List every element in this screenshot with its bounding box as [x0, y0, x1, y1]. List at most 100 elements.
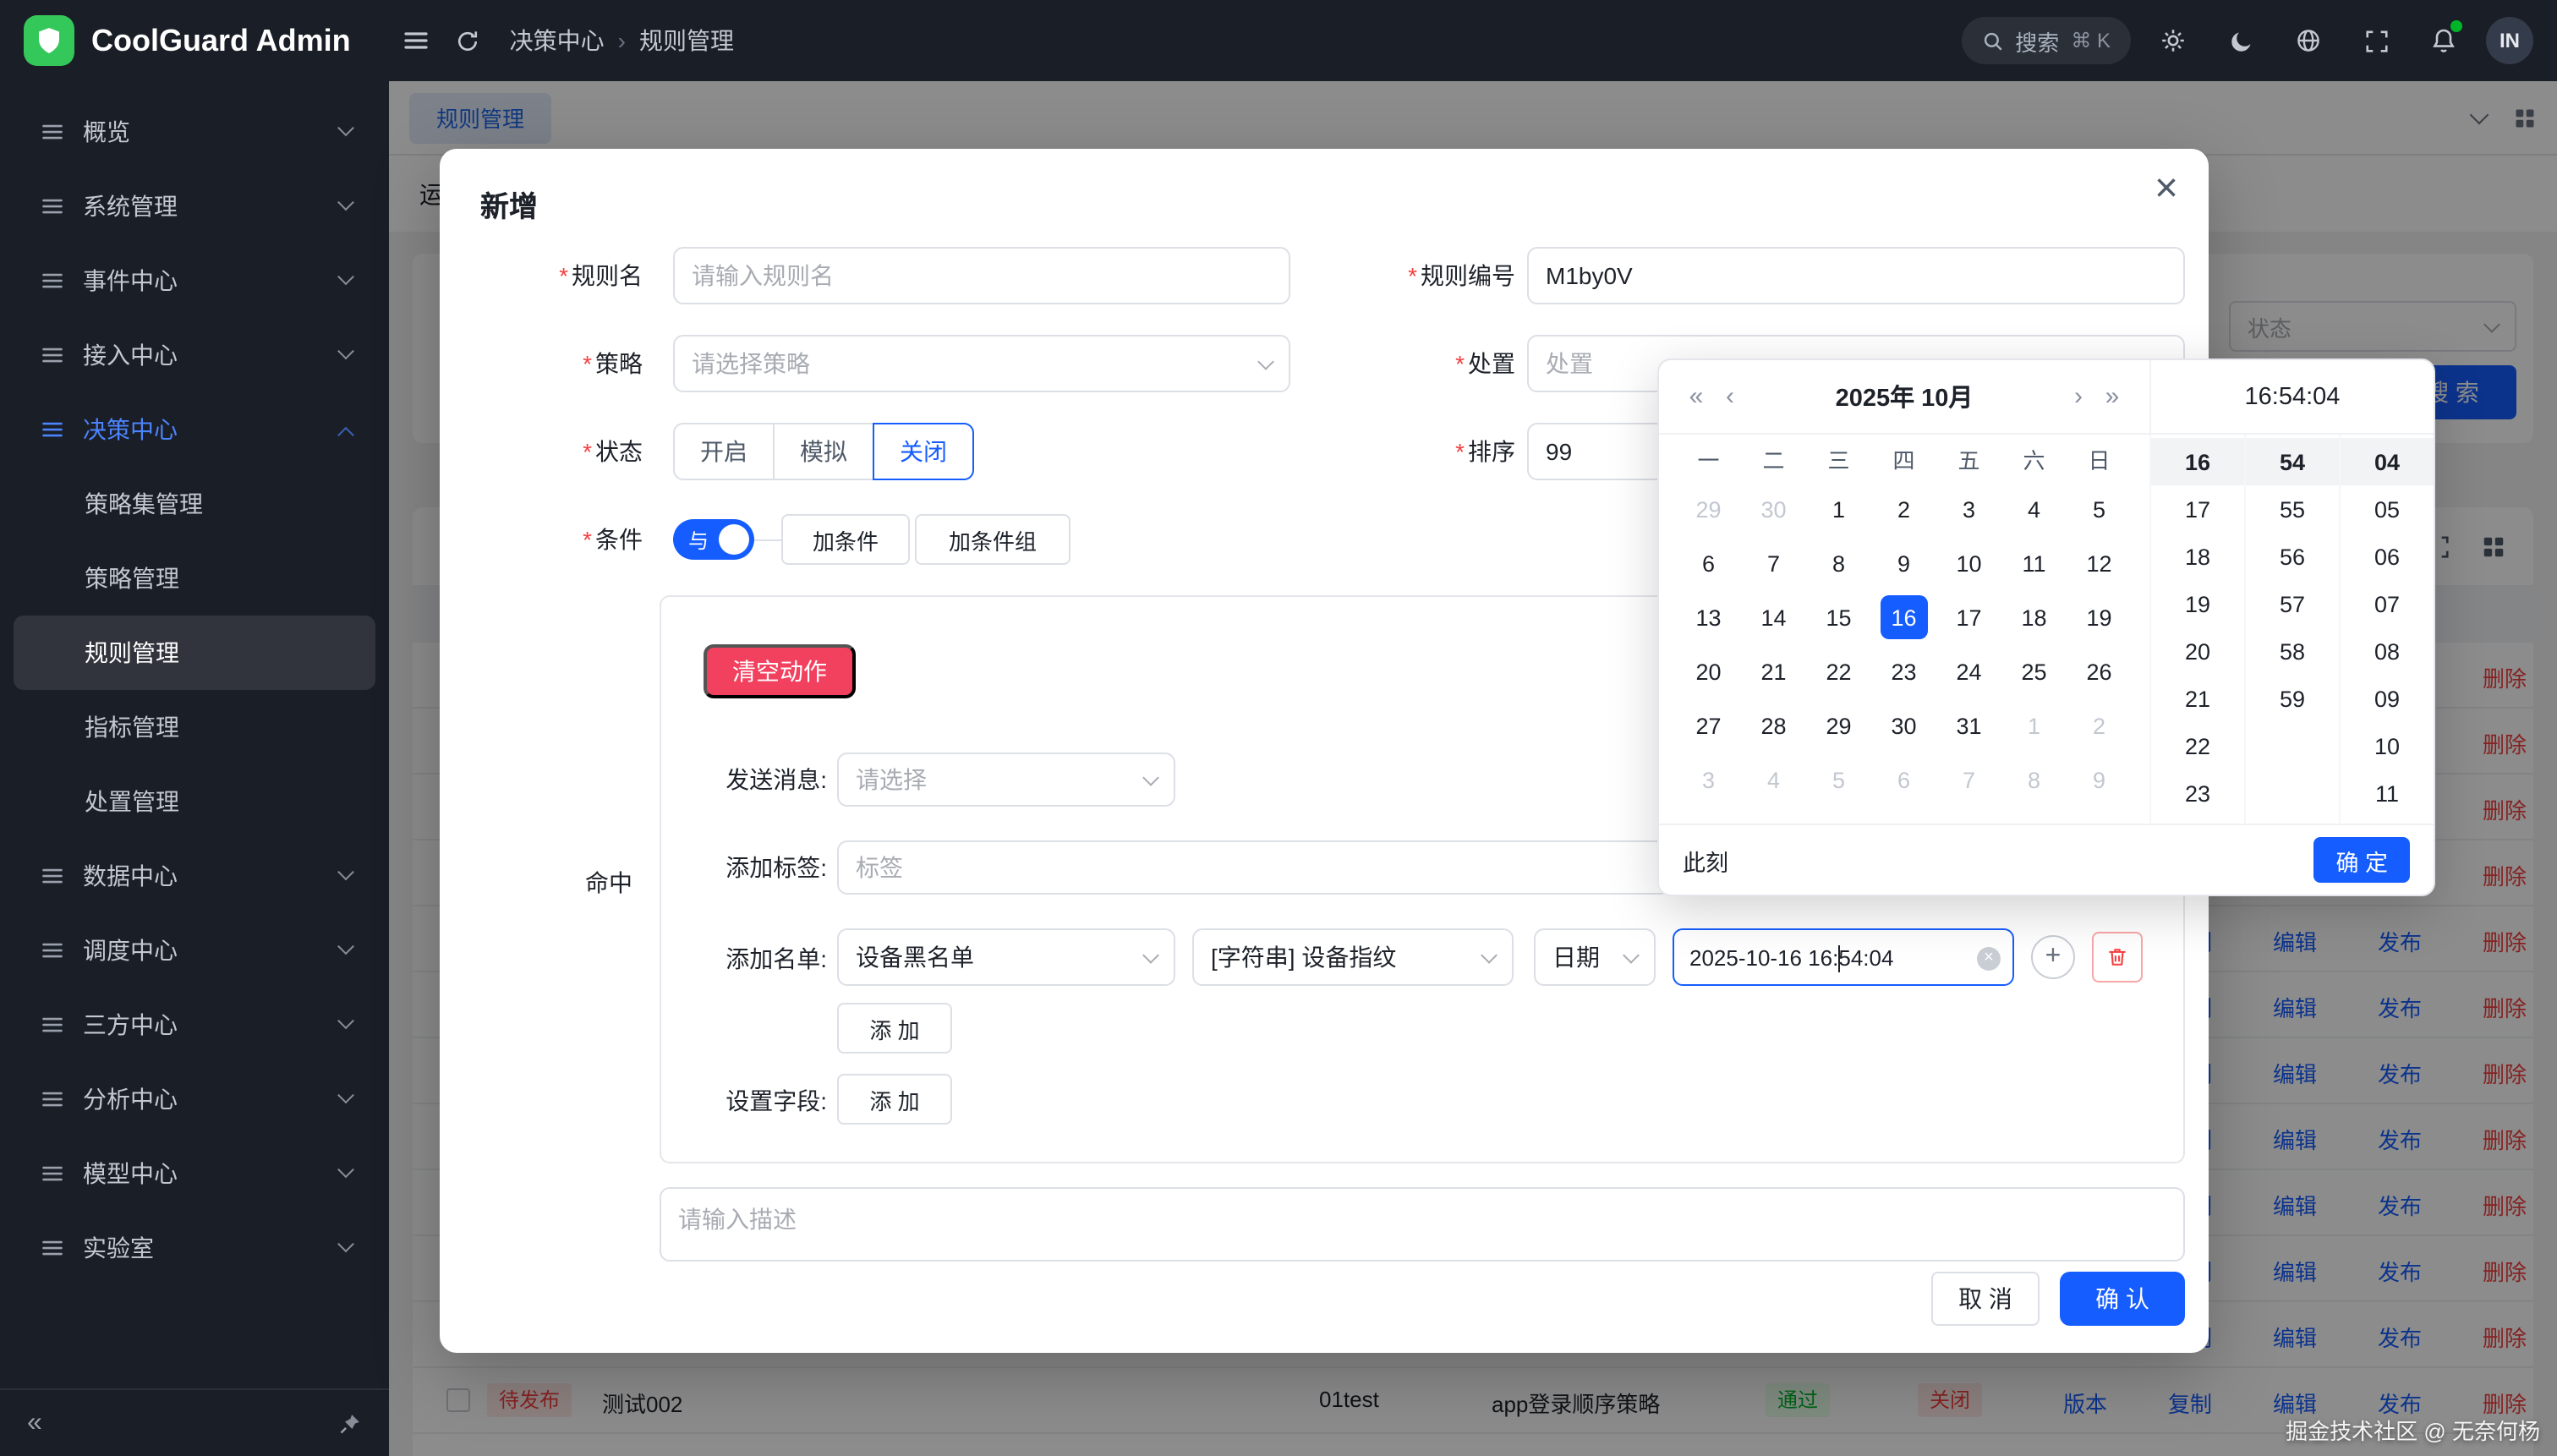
calendar-day[interactable]: 20	[1676, 644, 1741, 698]
sidebar-item[interactable]: 调度中心	[14, 913, 375, 988]
hour-cell[interactable]: 22	[2151, 722, 2244, 769]
prev-year-icon[interactable]: «	[1679, 382, 1713, 411]
add-condition-button[interactable]: 加条件	[781, 514, 910, 565]
clear-actions-button[interactable]: 清空动作	[704, 644, 856, 698]
hour-cell[interactable]: 20	[2151, 627, 2244, 675]
sidebar-item[interactable]: 策略集管理	[14, 467, 375, 541]
second-cell[interactable]: 04	[2341, 438, 2434, 485]
seconds-column[interactable]: 0405060708091011	[2339, 435, 2434, 824]
description-textarea[interactable]	[660, 1187, 2185, 1262]
add-condition-group-button[interactable]: 加条件组	[915, 514, 1070, 565]
now-link[interactable]: 此刻	[1683, 843, 1728, 877]
calendar-day[interactable]: 24	[1936, 644, 2001, 698]
global-search[interactable]: 搜索 ⌘ K	[1961, 17, 2131, 64]
calendar-day[interactable]: 1	[2001, 698, 2067, 753]
value-type-select[interactable]: 日期	[1534, 928, 1656, 986]
confirm-button[interactable]: 确 认	[2060, 1272, 2185, 1326]
calendar-day[interactable]: 9	[1871, 536, 1936, 590]
sidebar-item[interactable]: 实验室	[14, 1211, 375, 1285]
calendar-day[interactable]: 25	[2001, 644, 2067, 698]
calendar-day[interactable]: 22	[1806, 644, 1871, 698]
blacklist-select[interactable]: 设备黑名单	[837, 928, 1175, 986]
calendar-day[interactable]: 13	[1676, 590, 1741, 644]
calendar-day[interactable]: 8	[2001, 753, 2067, 807]
status-option[interactable]: 模拟	[773, 423, 874, 480]
hour-cell[interactable]: 23	[2151, 769, 2244, 817]
calendar-day[interactable]: 6	[1676, 536, 1741, 590]
calendar-day[interactable]: 26	[2067, 644, 2132, 698]
year-label[interactable]: 2025年	[1836, 386, 1915, 413]
calendar-day[interactable]: 30	[1741, 482, 1806, 536]
add-list-button[interactable]: 添 加	[837, 1003, 952, 1054]
sidebar-item[interactable]: 策略管理	[14, 541, 375, 616]
sidebar-item[interactable]: 模型中心	[14, 1136, 375, 1211]
datetime-input[interactable]: 2025-10-16 16:54:04 ×	[1673, 928, 2014, 986]
hours-column[interactable]: 1617181920212223	[2149, 435, 2244, 824]
sidebar-item[interactable]: 数据中心	[14, 839, 375, 913]
calendar-day[interactable]: 1	[1806, 482, 1871, 536]
second-cell[interactable]: 09	[2341, 675, 2434, 722]
calendar-day[interactable]: 31	[1936, 698, 2001, 753]
hour-cell[interactable]: 19	[2151, 580, 2244, 627]
calendar-day[interactable]: 3	[1936, 482, 2001, 536]
calendar-day[interactable]: 4	[1741, 753, 1806, 807]
close-icon[interactable]: ×	[2155, 169, 2178, 210]
cancel-button[interactable]: 取 消	[1931, 1272, 2040, 1326]
calendar-day[interactable]: 5	[2067, 482, 2132, 536]
calendar-day[interactable]: 8	[1806, 536, 1871, 590]
calendar-day[interactable]: 16	[1871, 590, 1936, 644]
calendar-day[interactable]: 2	[1871, 482, 1936, 536]
hour-cell[interactable]: 16	[2151, 438, 2244, 485]
second-cell[interactable]: 08	[2341, 627, 2434, 675]
calendar-day[interactable]: 17	[1936, 590, 2001, 644]
sidebar-item[interactable]: 处置管理	[14, 764, 375, 839]
calendar-day[interactable]: 12	[2067, 536, 2132, 590]
breadcrumb-level2[interactable]: 规则管理	[639, 24, 734, 57]
calendar-day[interactable]: 19	[2067, 590, 2132, 644]
sidebar-item[interactable]: 接入中心	[14, 318, 375, 392]
month-label[interactable]: 10月	[1921, 386, 1973, 413]
prev-month-icon[interactable]: ‹	[1713, 382, 1747, 411]
second-cell[interactable]: 11	[2341, 769, 2434, 817]
sidebar-item[interactable]: 分析中心	[14, 1062, 375, 1136]
minute-cell[interactable]: 54	[2246, 438, 2339, 485]
hour-cell[interactable]: 21	[2151, 675, 2244, 722]
calendar-day[interactable]: 7	[1936, 753, 2001, 807]
calendar-day[interactable]: 14	[1741, 590, 1806, 644]
hamburger-icon[interactable]	[391, 15, 442, 66]
second-cell[interactable]: 10	[2341, 722, 2434, 769]
sidebar-item[interactable]: 决策中心	[14, 392, 375, 467]
dark-mode-moon-icon[interactable]	[2215, 15, 2266, 66]
calendar-day[interactable]: 15	[1806, 590, 1871, 644]
calendar-day[interactable]: 30	[1871, 698, 1936, 753]
user-avatar[interactable]: IN	[2486, 17, 2533, 64]
refresh-icon[interactable]	[442, 15, 493, 66]
next-month-icon[interactable]: ›	[2061, 382, 2095, 411]
calendar-day[interactable]: 7	[1741, 536, 1806, 590]
sidebar-item[interactable]: 指标管理	[14, 690, 375, 764]
translate-icon[interactable]	[2283, 15, 2334, 66]
breadcrumb-level1[interactable]: 决策中心	[510, 24, 605, 57]
calendar-day[interactable]: 3	[1676, 753, 1741, 807]
hour-cell[interactable]: 17	[2151, 485, 2244, 533]
strategy-select[interactable]: 请选择策略	[673, 335, 1290, 392]
calendar-day[interactable]: 6	[1871, 753, 1936, 807]
minute-cell[interactable]: 57	[2246, 580, 2339, 627]
send-message-select[interactable]: 请选择	[837, 753, 1175, 807]
sidebar-item[interactable]: 概览	[14, 95, 375, 169]
calendar-day[interactable]: 10	[1936, 536, 2001, 590]
clear-icon[interactable]: ×	[1977, 947, 2001, 971]
sidebar-item[interactable]: 事件中心	[14, 244, 375, 318]
calendar-day[interactable]: 9	[2067, 753, 2132, 807]
collapse-sidebar-icon[interactable]: «	[27, 1408, 42, 1438]
minutes-column[interactable]: 545556575859	[2244, 435, 2339, 824]
calendar-day[interactable]: 29	[1676, 482, 1741, 536]
hour-cell[interactable]: 18	[2151, 533, 2244, 580]
status-option[interactable]: 开启	[673, 423, 775, 480]
calendar-day[interactable]: 21	[1741, 644, 1806, 698]
calendar-day[interactable]: 4	[2001, 482, 2067, 536]
next-year-icon[interactable]: »	[2095, 382, 2129, 411]
calendar-day[interactable]: 27	[1676, 698, 1741, 753]
pin-icon[interactable]	[338, 1411, 362, 1435]
status-option[interactable]: 关闭	[873, 423, 974, 480]
